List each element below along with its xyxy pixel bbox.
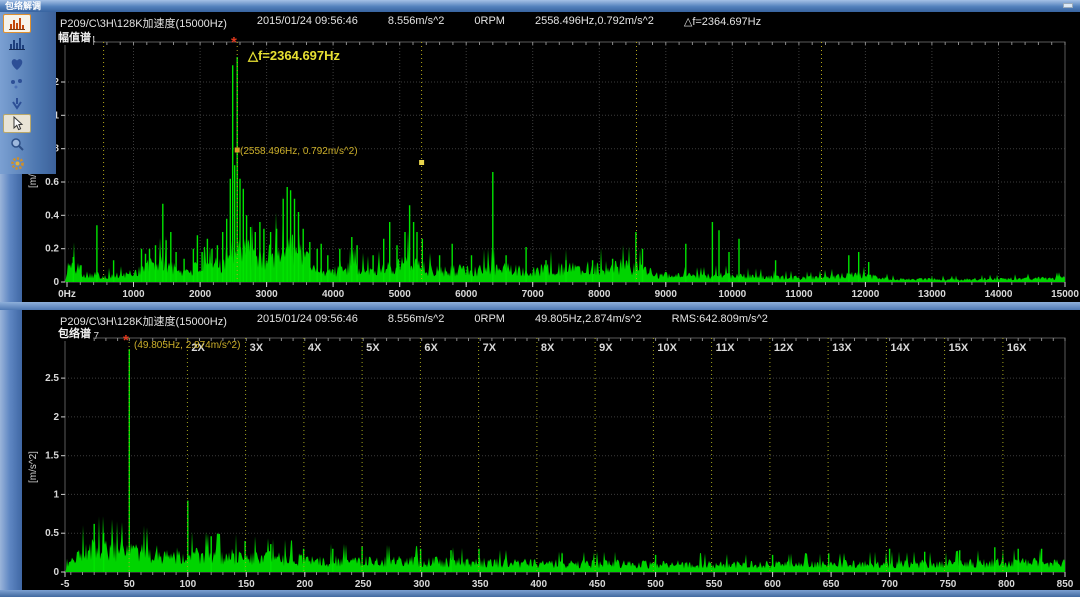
header-field: RMS:642.809m/s^2	[672, 313, 768, 329]
bar-chart-blue-glyph	[8, 37, 26, 51]
app-window: 包络解调 P209/C\3H\128K加速度(15000Hz)2015/01/2…	[0, 0, 1080, 597]
window-bottom-border	[0, 590, 1080, 597]
arrow-down-glyph	[9, 97, 25, 110]
bar-chart-glyph	[8, 17, 26, 31]
panel-divider	[0, 302, 1080, 310]
spectrum-list-icon[interactable]	[3, 34, 31, 53]
header-field: 0RPM	[474, 313, 505, 329]
amplitude-spectrum-plot[interactable]	[65, 42, 1065, 282]
envelope-spectrum-plot[interactable]	[65, 338, 1065, 572]
heart-glyph	[9, 57, 25, 71]
amplitude-spectrum-icon[interactable]	[3, 14, 31, 33]
header-field: 2015/01/24 09:56:46	[257, 313, 358, 329]
cursor-arrow-icon[interactable]	[3, 114, 31, 133]
gear-glyph	[10, 156, 25, 171]
left-toolbar	[0, 12, 56, 174]
cursor-glyph	[10, 116, 24, 131]
header-field: 49.805Hz,2.874m/s^2	[535, 313, 642, 329]
bottom-peak-cursor-marker: *	[123, 336, 129, 346]
magnifier-glyph	[10, 137, 25, 151]
scatter-glyph	[9, 78, 25, 90]
scatter-points-icon[interactable]	[3, 74, 31, 93]
top-peak-cursor-marker: *	[231, 38, 237, 48]
minimize-button[interactable]	[1063, 3, 1073, 8]
header-field: 2558.496Hz,0.792m/s^2	[535, 15, 654, 31]
heart-icon[interactable]	[3, 54, 31, 73]
arrow-down-icon[interactable]	[3, 94, 31, 113]
header-field: 0RPM	[474, 15, 505, 31]
zoom-icon[interactable]	[3, 134, 31, 153]
header-field: △f=2364.697Hz	[684, 15, 761, 31]
window-title: 包络解调	[5, 0, 41, 12]
header-field: 8.556m/s^2	[388, 15, 445, 31]
bottom-y-axis-label: [m/s^2]	[28, 451, 39, 483]
title-bar: 包络解调	[0, 0, 1080, 12]
header-field: 8.556m/s^2	[388, 313, 445, 329]
header-field: 2015/01/24 09:56:46	[257, 15, 358, 31]
bottom-chart-header: P209/C\3H\128K加速度(15000Hz)2015/01/24 09:…	[60, 313, 768, 329]
top-chart-header: P209/C\3H\128K加速度(15000Hz)2015/01/24 09:…	[60, 15, 761, 31]
gear-icon[interactable]	[3, 154, 31, 173]
